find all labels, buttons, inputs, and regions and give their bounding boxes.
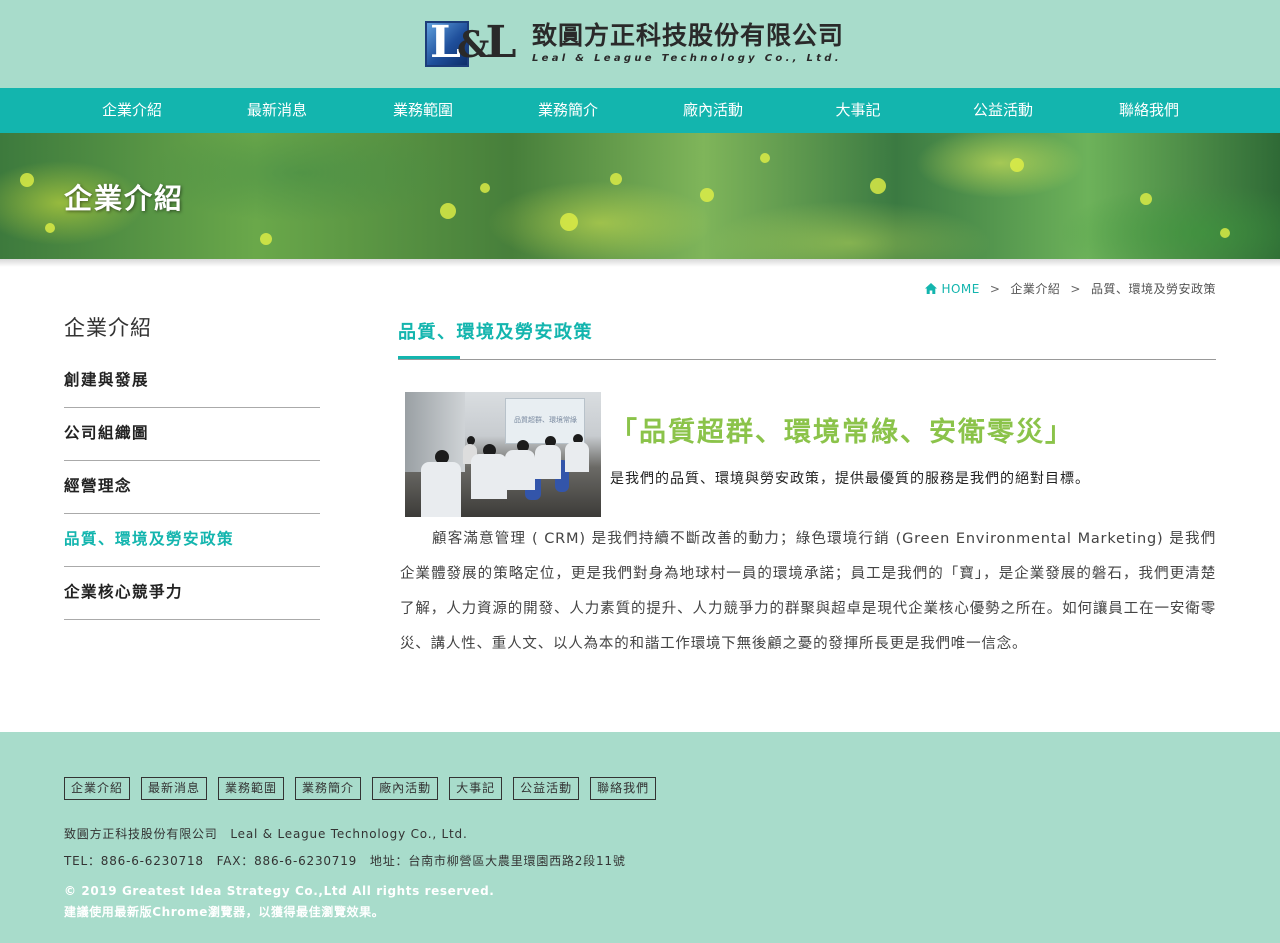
footer-link-activities[interactable]: 廠內活動 <box>372 777 439 800</box>
sidebar: 企業介紹 創建與發展 公司組織圖 經營理念 品質、環境及勞安政策 企業核心競爭力 <box>64 313 320 620</box>
photo-person <box>505 450 535 490</box>
logo-text: 致圓方正科技股份有限公司 Leal & League Technology Co… <box>532 22 844 66</box>
breadcrumb-separator: > <box>1070 281 1081 296</box>
banner-flower <box>1010 158 1024 172</box>
meeting-photo: 品質超群、環境常綠 <box>405 392 601 517</box>
footer-contact-line: TEL：886-6-6230718 FAX：886-6-6230719 地址：台… <box>64 854 626 868</box>
company-name-cn: 致圓方正科技股份有限公司 <box>532 21 845 50</box>
site-header: L&L 致圓方正科技股份有限公司 Leal & League Technolog… <box>0 0 1280 88</box>
company-logo[interactable]: L&L 致圓方正科技股份有限公司 Leal & League Technolog… <box>424 17 844 70</box>
footer-links: 企業介紹 最新消息 業務範圍 業務簡介 廠內活動 大事記 公益活動 聯絡我們 <box>64 777 667 800</box>
banner-flower <box>1220 228 1230 238</box>
photo-person <box>421 462 461 517</box>
policy-paragraph: 顧客滿意管理 ( CRM) 是我們持續不斷改善的動力；綠色環境行銷 (Green… <box>400 531 1216 652</box>
banner-flower <box>1140 193 1152 205</box>
page-banner: 企業介紹 <box>0 133 1280 259</box>
footer-company-line: 致圓方正科技股份有限公司 Leal & League Technology Co… <box>64 827 468 841</box>
nav-item-milestones[interactable]: 大事記 <box>798 88 918 133</box>
sidebar-item-philosophy[interactable]: 經營理念 <box>64 461 320 514</box>
footer-link-contact[interactable]: 聯絡我們 <box>590 777 657 800</box>
breadcrumb-home[interactable]: HOME <box>925 282 979 296</box>
photo-person <box>535 445 561 479</box>
sidebar-item-history[interactable]: 創建與發展 <box>64 355 320 408</box>
sidebar-item-policy[interactable]: 品質、環境及勞安政策 <box>64 514 320 567</box>
nav-item-contact[interactable]: 聯絡我們 <box>1089 88 1209 133</box>
footer-browser-note: 建議使用最新版Chrome瀏覽器，以獲得最佳瀏覽效果。 <box>64 905 385 919</box>
footer-link-business[interactable]: 業務簡介 <box>295 777 362 800</box>
home-icon <box>925 283 938 294</box>
breadcrumb-level1[interactable]: 企業介紹 <box>1010 280 1060 297</box>
banner-flower <box>440 203 456 219</box>
policy-slogan: 「品質超群、環境常綠、安衛零災」 <box>610 417 1074 448</box>
breadcrumb-current: 品質、環境及勞安政策 <box>1090 282 1216 296</box>
site-footer: 企業介紹 最新消息 業務範圍 業務簡介 廠內活動 大事記 公益活動 聯絡我們 致… <box>0 732 1280 943</box>
banner-shadow <box>0 259 1280 267</box>
logo-letter-amp: & <box>456 24 489 66</box>
nav-item-news[interactable]: 最新消息 <box>217 88 337 133</box>
banner-flower <box>700 188 714 202</box>
main-nav: 企業介紹 最新消息 業務範圍 業務簡介 廠內活動 大事記 公益活動 聯絡我們 <box>0 88 1280 133</box>
sidebar-item-competitiveness[interactable]: 企業核心競爭力 <box>64 567 320 620</box>
breadcrumb-home-label: HOME <box>941 281 980 296</box>
banner-flower <box>560 213 578 231</box>
title-divider <box>398 359 1216 360</box>
banner-flower <box>760 153 770 163</box>
photo-screen-text: 品質超群、環境常綠 <box>514 416 577 424</box>
logo-letter-l: L <box>430 17 461 68</box>
sidebar-title: 企業介紹 <box>64 316 152 340</box>
footer-link-milestones[interactable]: 大事記 <box>449 777 503 800</box>
photo-person <box>565 442 589 472</box>
breadcrumb: HOME > 企業介紹 > 品質、環境及勞安政策 <box>925 280 1216 297</box>
policy-statement: 是我們的品質、環境與勞安政策，提供最優質的服務是我們的絕對目標。 <box>610 471 1090 487</box>
nav-item-activities[interactable]: 廠內活動 <box>653 88 773 133</box>
footer-link-about[interactable]: 企業介紹 <box>64 777 131 800</box>
nav-item-scope[interactable]: 業務範圍 <box>363 88 483 133</box>
breadcrumb-separator: > <box>989 281 1001 296</box>
banner-flower <box>610 173 622 185</box>
banner-title: 企業介紹 <box>64 182 185 215</box>
logo-letter-l2: L <box>485 17 516 68</box>
company-name-en: Leal & League Technology Co., Ltd. <box>532 53 842 64</box>
sidebar-item-org-chart[interactable]: 公司組織圖 <box>64 408 320 461</box>
nav-item-charity[interactable]: 公益活動 <box>943 88 1063 133</box>
banner-flower <box>870 178 886 194</box>
photo-person <box>471 454 507 499</box>
page-title: 品質、環境及勞安政策 <box>398 322 593 343</box>
banner-flower <box>20 173 34 187</box>
logo-mark: L&L <box>424 17 524 69</box>
policy-body: 顧客滿意管理 ( CRM) 是我們持續不斷改善的動力；綠色環境行銷 (Green… <box>400 522 1216 662</box>
footer-link-news[interactable]: 最新消息 <box>141 777 208 800</box>
nav-item-about[interactable]: 企業介紹 <box>72 88 192 133</box>
banner-flower <box>260 233 272 245</box>
nav-item-business[interactable]: 業務簡介 <box>508 88 628 133</box>
banner-flower <box>480 183 490 193</box>
footer-copyright: © 2019 Greatest Idea Strategy Co.,Ltd Al… <box>64 884 495 898</box>
footer-link-scope[interactable]: 業務範圍 <box>218 777 285 800</box>
banner-flower <box>45 223 55 233</box>
logo-letters: L&L <box>430 17 516 68</box>
footer-link-charity[interactable]: 公益活動 <box>513 777 580 800</box>
